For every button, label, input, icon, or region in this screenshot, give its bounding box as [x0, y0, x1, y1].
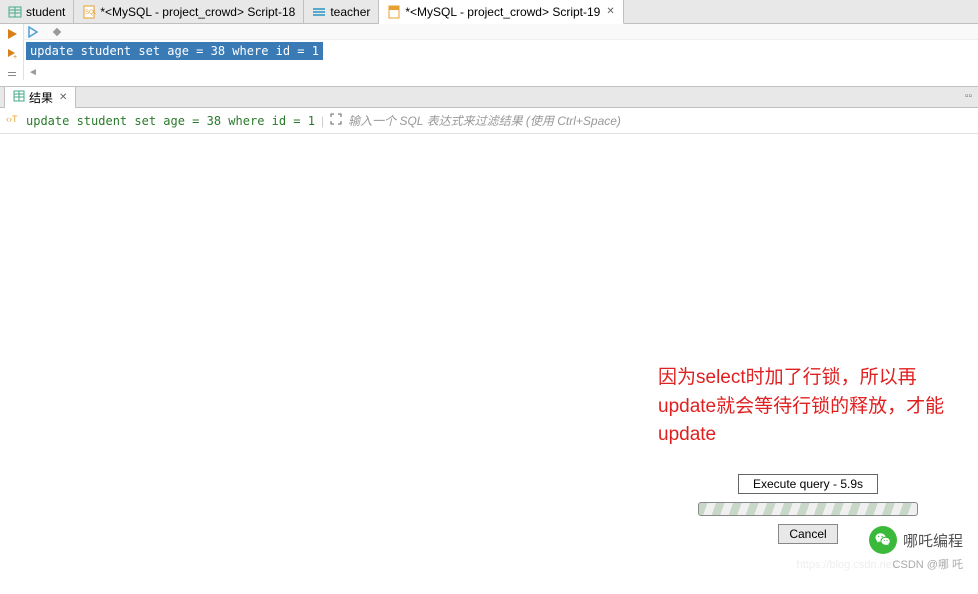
- grid-icon: [13, 90, 25, 105]
- run-icon[interactable]: [5, 28, 19, 40]
- divider: |: [321, 114, 324, 128]
- editor-gutter: +: [0, 24, 24, 80]
- results-tab[interactable]: 结果 ✕: [4, 86, 76, 108]
- close-icon[interactable]: ✕: [606, 6, 614, 17]
- results-tabbar: 结果 ✕ ▫▫: [0, 86, 978, 108]
- view-icon: [312, 5, 326, 19]
- sql-icon: SQL: [82, 5, 96, 19]
- tab-bar: student SQL *<MySQL - project_crowd> Scr…: [0, 0, 978, 24]
- results-tab-label: 结果: [29, 89, 53, 106]
- tab-label: student: [26, 5, 65, 19]
- tab-teacher[interactable]: teacher: [304, 0, 379, 23]
- wechat-icon: [869, 526, 897, 554]
- filter-input[interactable]: 输入一个 SQL 表达式来过滤结果 (使用 Ctrl+Space): [348, 112, 972, 129]
- expand-icon[interactable]: [330, 113, 342, 128]
- query-text: update student set age = 38 where id = 1: [26, 114, 315, 128]
- close-icon[interactable]: ✕: [59, 92, 67, 103]
- watermark-brand: 哪吒编程: [903, 530, 963, 551]
- tab-label: teacher: [330, 5, 370, 19]
- sql-active-icon: [387, 5, 401, 19]
- annotation-text: 因为select时加了行锁，所以再update就会等待行锁的释放，才能updat…: [658, 364, 948, 450]
- tab-script-18[interactable]: SQL *<MySQL - project_crowd> Script-18: [74, 0, 304, 23]
- progress-label: Execute query - 5.9s: [738, 474, 878, 494]
- collapse-icon[interactable]: [5, 68, 19, 80]
- tab-student[interactable]: student: [0, 0, 74, 23]
- watermark-logo: 哪吒编程: [869, 526, 963, 554]
- cursor-icon: [26, 25, 40, 39]
- svg-text:‹›T: ‹›T: [6, 114, 18, 124]
- results-panel: 因为select时加了行锁，所以再update就会等待行锁的释放，才能updat…: [0, 134, 978, 584]
- table-icon: [8, 5, 22, 19]
- maximize-icon[interactable]: ▫▫: [965, 91, 972, 102]
- editor-ruler: [24, 24, 978, 40]
- tab-script-19[interactable]: *<MySQL - project_crowd> Script-19 ✕: [379, 0, 623, 24]
- sql-editor: + update student set age = 38 where id =…: [0, 24, 978, 80]
- progress-bar: [698, 502, 918, 516]
- tab-label: *<MySQL - project_crowd> Script-18: [100, 5, 295, 19]
- watermark-url: https://blog.csdn.net/: [796, 559, 898, 571]
- watermark-attrib: CSDN @哪 吒: [893, 556, 963, 572]
- editor-content[interactable]: update student set age = 38 where id = 1…: [24, 24, 978, 80]
- tab-label: *<MySQL - project_crowd> Script-19: [405, 5, 600, 19]
- cancel-button[interactable]: Cancel: [778, 524, 837, 544]
- sql-statement[interactable]: update student set age = 38 where id = 1: [26, 42, 323, 60]
- run-plus-icon[interactable]: +: [5, 48, 19, 60]
- svg-text:SQL: SQL: [85, 10, 96, 16]
- query-info-bar: ‹›T update student set age = 38 where id…: [0, 108, 978, 134]
- svg-text:+: +: [13, 54, 17, 60]
- scroll-left-icon[interactable]: ◄: [28, 67, 38, 78]
- sql-tag-icon: ‹›T: [6, 112, 20, 129]
